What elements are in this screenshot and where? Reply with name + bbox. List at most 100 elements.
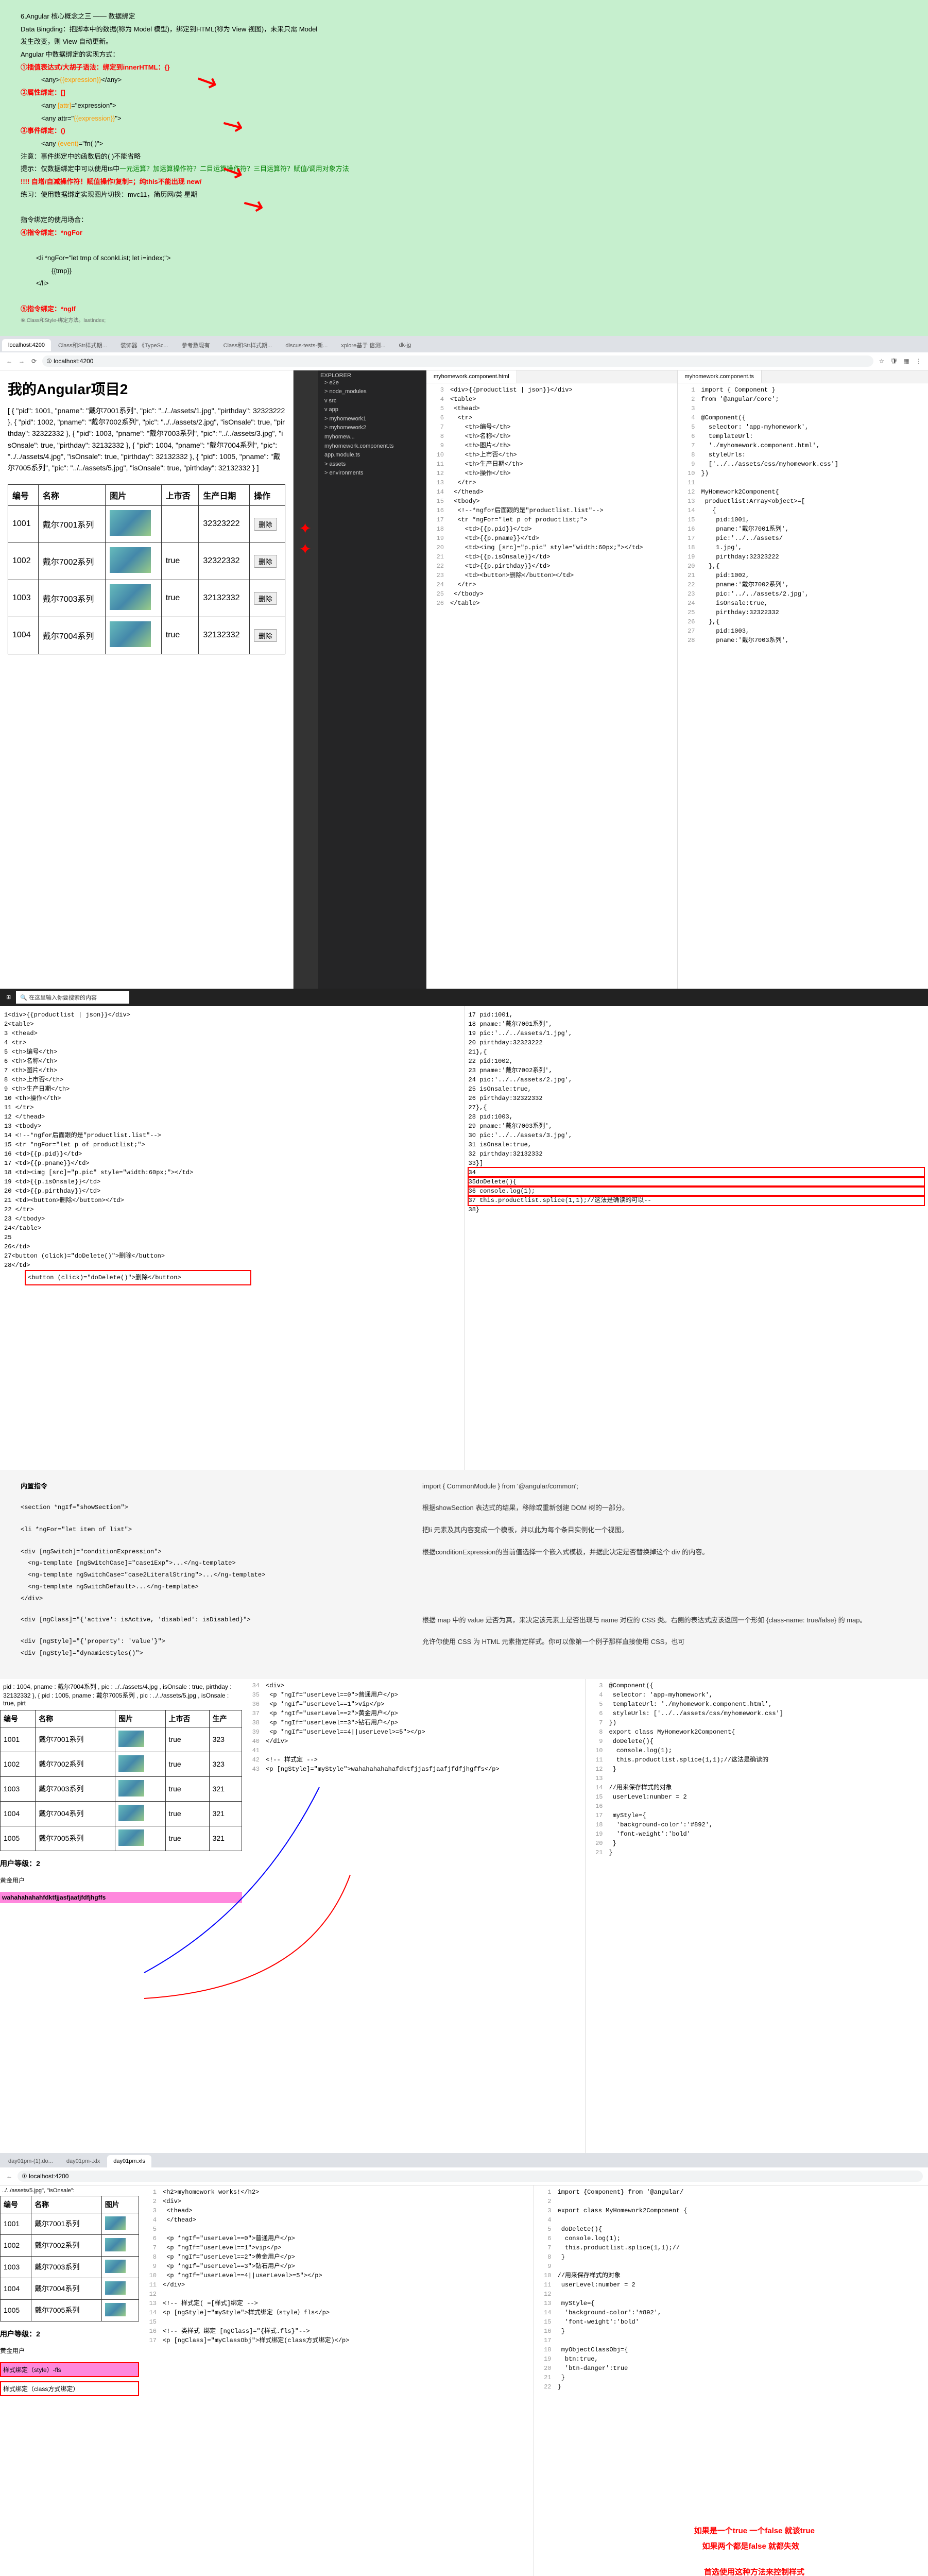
th: 名称 [31, 2196, 102, 2213]
note-line: 发生改变，则 View 自动更新。 [21, 36, 907, 48]
reload-icon[interactable]: ⟳ [30, 357, 38, 365]
tab[interactable]: localhost:4200 [2, 339, 51, 351]
docs-import: import { CommonModule } from '@angular/c… [422, 1480, 907, 1493]
tab[interactable]: 装饰器 《TypeSc... [114, 338, 175, 352]
method-2: ②属性绑定：[] [21, 87, 907, 99]
start-icon[interactable]: ⊞ [1, 994, 16, 1001]
url-input[interactable]: ① localhost:4200 [42, 355, 873, 367]
url-bar: ← → ⟳ ① localhost:4200 ☆ 🛡 ▦ ⋮ [0, 352, 928, 370]
browser-content: 我的Angular项目2 [ { "pid": 1001, "pname": "… [0, 370, 294, 989]
annotation: 如果是一个true 一个false 就该true [694, 2525, 815, 2536]
code-line: {{tmp}} [21, 265, 907, 278]
tab[interactable]: Class和Str样式期... [52, 338, 113, 352]
back-icon[interactable]: ← [5, 357, 13, 365]
notes-section: ↘ ↘ ↘ ↘ 6.Angular 核心概念之三 —— 数据绑定 Data Bi… [0, 0, 928, 336]
product-table: 编号 名称 图片 上市否 生产日期 操作 1001戴尔7001系列3232322… [8, 484, 285, 654]
tab[interactable]: Class和Str样式期... [217, 338, 279, 352]
editor-tab[interactable]: myhomework.component.html [426, 370, 517, 383]
delete-button[interactable]: 删除 [254, 629, 277, 642]
code-editor[interactable]: 1<div>{{productlist | json}}</div>2<tabl… [0, 1006, 465, 1470]
code-editor[interactable]: 17 pid:1001,18 pname:'戴尔7001系列',19 pic:'… [465, 1006, 928, 1470]
tab[interactable]: day01pm-.xlx [60, 2155, 106, 2167]
note-warning: !!!! 自增/自减操作符！赋值操作/复制=；纯this不能出现 new/ [21, 176, 907, 189]
star-anno: ✦ [299, 520, 312, 538]
annotation: 如果两个都是false 就都失效 [702, 2540, 799, 2551]
ext-icon[interactable]: ▦ [902, 357, 910, 365]
section-6: ../../assets/5.jpg", "isOnsale": 编号 名称 图… [0, 2185, 928, 2576]
code-editor[interactable]: 1import { Component } 2from '@angular/co… [678, 383, 928, 989]
styled-text: wahahahahahfdktfjjasfjaafjfdfjhgffs [0, 1892, 242, 1903]
code-line: <any attr="{{expression}}"> [21, 112, 907, 125]
docs-section: 内置指令 import { CommonModule } from '@angul… [0, 1470, 928, 1679]
th: 生产 [209, 1710, 242, 1727]
section-3: 1<div>{{productlist | json}}</div>2<tabl… [0, 1006, 928, 1470]
code-editor[interactable]: 1import {Component} from '@angular/23exp… [534, 2185, 928, 2576]
th: 图片 [106, 484, 161, 505]
section-2: 我的Angular项目2 [ { "pid": 1001, "pname": "… [0, 370, 928, 989]
tab[interactable]: day01pm.xls [107, 2155, 151, 2167]
forward-icon[interactable]: → [18, 357, 26, 365]
back-icon[interactable]: ← [5, 2172, 13, 2180]
code-editor[interactable]: 1<h2>myhomework works!</h2>2<div>3 <thea… [139, 2185, 534, 2576]
code-line: <any>{{expression}}</any> [21, 74, 907, 87]
editor-tab[interactable]: myhomework.component.ts [678, 370, 762, 383]
tab[interactable]: 参考数现有 [176, 338, 216, 352]
note-line: 练习：使用数据绑定实现图片切换：mvc11，简历网/类 星期 [21, 189, 907, 201]
code-editor[interactable]: 34<div>35 <p *ngIf="userLevel==0">普通用户</… [242, 1679, 585, 2153]
method-5: ⑤指令绑定：*ngIf [21, 303, 907, 316]
page-title: 我的Angular项目2 [8, 378, 285, 399]
style-bind-1: 样式绑定（style）-fls [0, 2362, 139, 2377]
json-snippet: pid : 1004, pname : 戴尔7004系列 , pic : ../… [0, 1679, 242, 1710]
vscode-editor: EXPLORER > e2e> node_modulesv src v app … [294, 370, 928, 989]
code-line: <any [attr]="expression"> [21, 99, 907, 112]
code-line: <any (event)="fn( )"> [21, 138, 907, 150]
docs-heading: 内置指令 [21, 1482, 47, 1490]
browser-panel: ../../assets/5.jpg", "isOnsale": 编号 名称 图… [0, 2185, 139, 2576]
th: 上市否 [165, 1710, 209, 1727]
windows-taskbar: ⊞ 🔍 在这里输入你要搜索的内容 [0, 989, 928, 1006]
browser-tabs: localhost:4200 Class和Str样式期... 装饰器 《Type… [0, 336, 928, 352]
method-3: ③事件绑定：() [21, 125, 907, 138]
th: 编号 [8, 484, 39, 505]
note-line: 指令绑定的使用场合： [21, 214, 907, 227]
code-line: </li> [21, 277, 907, 290]
delete-button[interactable]: 删除 [254, 555, 277, 568]
star-icon[interactable]: ☆ [878, 357, 886, 365]
delete-button[interactable]: 删除 [254, 518, 277, 531]
browser-tabs: day01pm-(1).do... day01pm-.xlx day01pm.x… [0, 2153, 928, 2167]
json-display: [ { "pid": 1001, "pname": "戴尔7001系列", "p… [8, 405, 285, 474]
note-title: 6.Angular 核心概念之三 —— 数据绑定 [21, 10, 907, 23]
th: 名称 [36, 1710, 115, 1727]
user-level: 用户等级：2 [0, 1858, 242, 1869]
code-editor[interactable]: 3@Component({4 selector: 'app-myhomework… [586, 1679, 928, 2153]
note-line: 提示：仅数据绑定中可以使用ts中一元运算？加运算操作符？二目运算操作符？三目运算… [21, 163, 907, 176]
tab[interactable]: day01pm-(1).do... [2, 2155, 59, 2167]
user-level: 用户等级：2 [0, 2329, 139, 2339]
note-line: Angular 中数据绑定的实现方式： [21, 48, 907, 61]
style-bind-2: 样式绑定（class方式绑定） [0, 2381, 139, 2396]
method-4: ④指令绑定：*ngFor [21, 227, 907, 240]
level-label: 黄金用户 [0, 2346, 139, 2355]
menu-icon[interactable]: ⋮ [915, 357, 923, 365]
activity-bar[interactable] [294, 370, 318, 989]
taskbar-search[interactable]: 🔍 在这里输入你要搜索的内容 [16, 991, 129, 1004]
method-1: ①插值表达式/大胡子语法：绑定到innerHTML：{} [21, 61, 907, 74]
code-editor[interactable]: 3<div>{{productlist | json}}</div>4<tabl… [426, 383, 677, 989]
file-explorer[interactable]: EXPLORER > e2e> node_modulesv src v app … [318, 370, 426, 989]
level-label: 黄金用户 [0, 1876, 242, 1885]
tab[interactable]: dk-jg [392, 339, 417, 351]
th: 操作 [250, 484, 285, 505]
th: 生产日期 [199, 484, 250, 505]
tab[interactable]: xplore基于 信测... [335, 338, 391, 352]
th: 图片 [115, 1710, 165, 1727]
th: 上市否 [161, 484, 199, 505]
delete-button[interactable]: 删除 [254, 592, 277, 605]
code-line: <li *ngFor="let tmp of sconkList; let i=… [21, 252, 907, 265]
product-table: 编号 名称 图片 上市否 生产 1001戴尔7001系列true3231002戴… [0, 1710, 242, 1851]
note-line: 注意：事件绑定中的函数后的( )不能省略 [21, 150, 907, 163]
tab[interactable]: discus-tests-新... [279, 338, 334, 352]
th: 名称 [38, 484, 105, 505]
url-input[interactable]: ① localhost:4200 [18, 2171, 923, 2182]
star-anno: ✦ [299, 540, 312, 558]
shield-icon[interactable]: 🛡 [890, 357, 898, 365]
